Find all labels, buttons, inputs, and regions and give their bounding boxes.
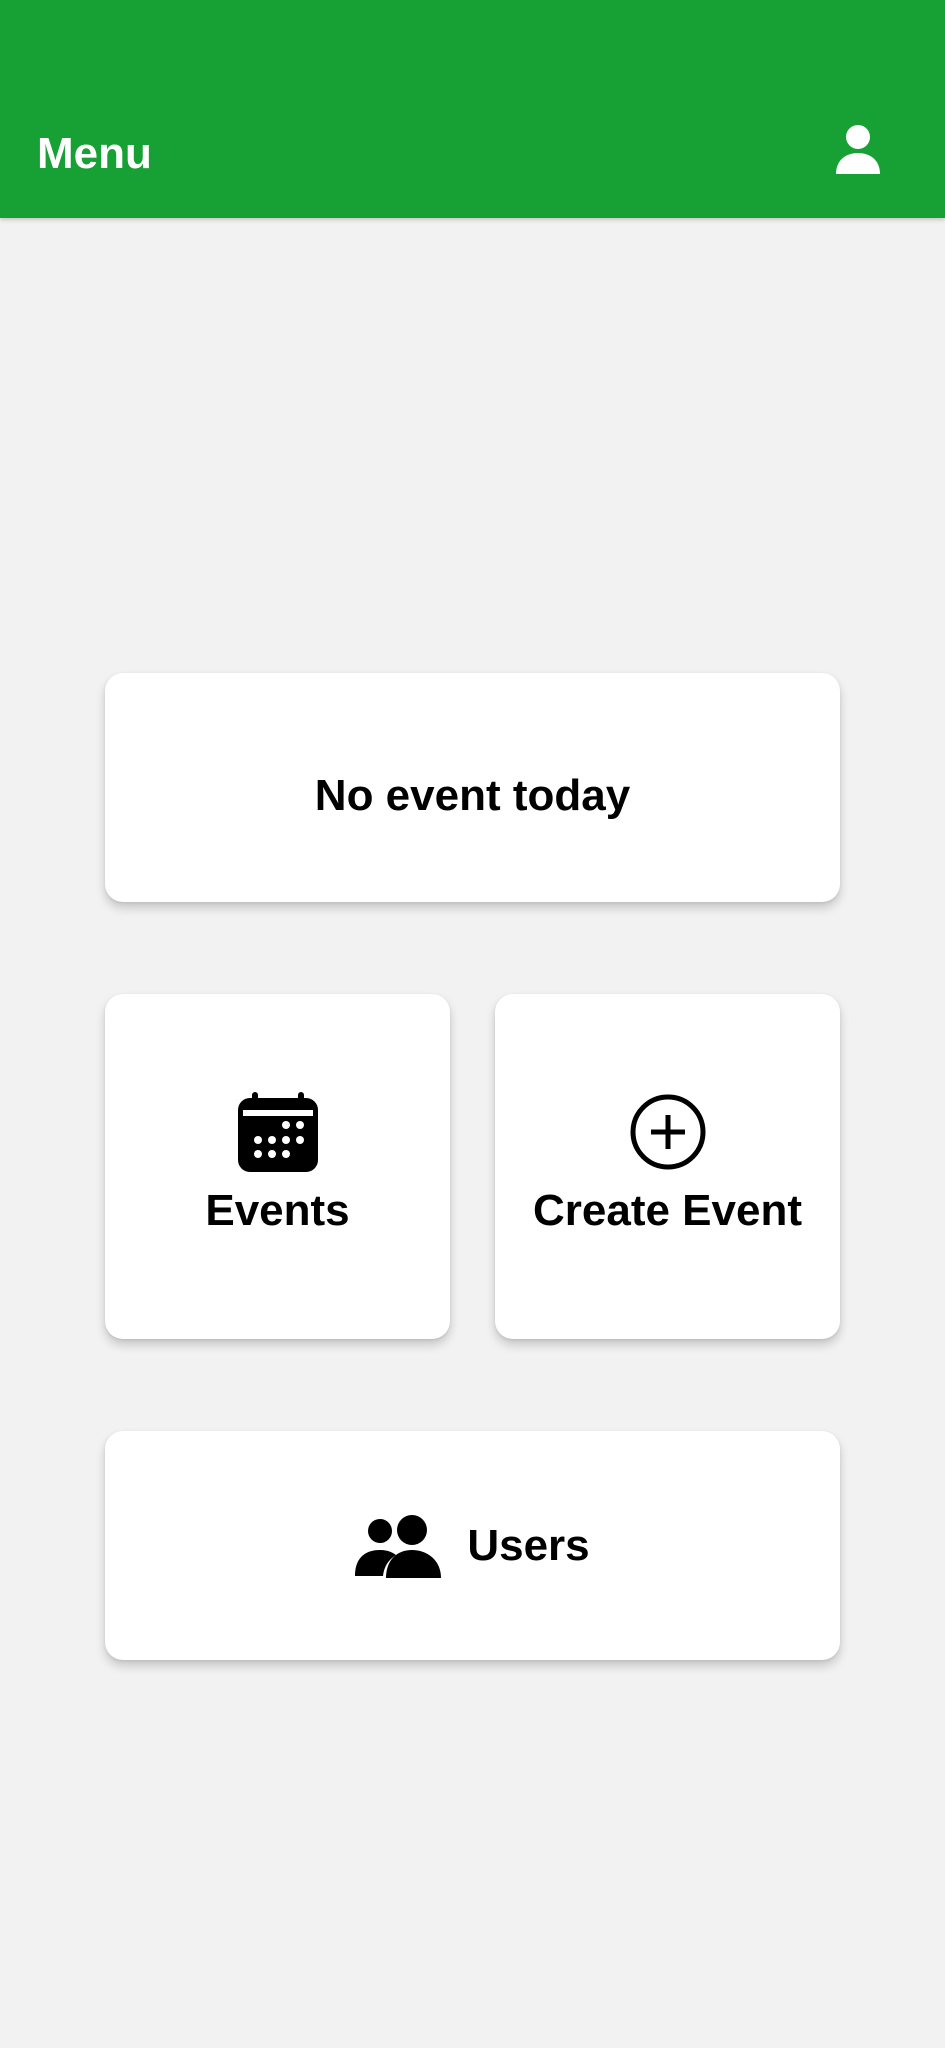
users-icon — [355, 1514, 442, 1578]
page-title: Menu — [37, 129, 152, 178]
person-icon — [836, 125, 880, 174]
today-event-label: No event today — [314, 770, 631, 820]
app-bar: Menu — [0, 0, 945, 218]
add-circle-icon — [630, 1094, 705, 1169]
profile-button[interactable] — [826, 118, 890, 182]
events-button[interactable]: Events — [105, 994, 450, 1339]
create-event-button[interactable]: Create Event — [495, 994, 840, 1339]
today-event-card: No event today — [105, 673, 840, 902]
create-event-label: Create Event — [532, 1185, 802, 1235]
users-button[interactable]: Users — [105, 1431, 840, 1660]
calendar-icon — [237, 1091, 318, 1172]
users-label: Users — [467, 1520, 590, 1570]
events-label: Events — [205, 1185, 350, 1235]
